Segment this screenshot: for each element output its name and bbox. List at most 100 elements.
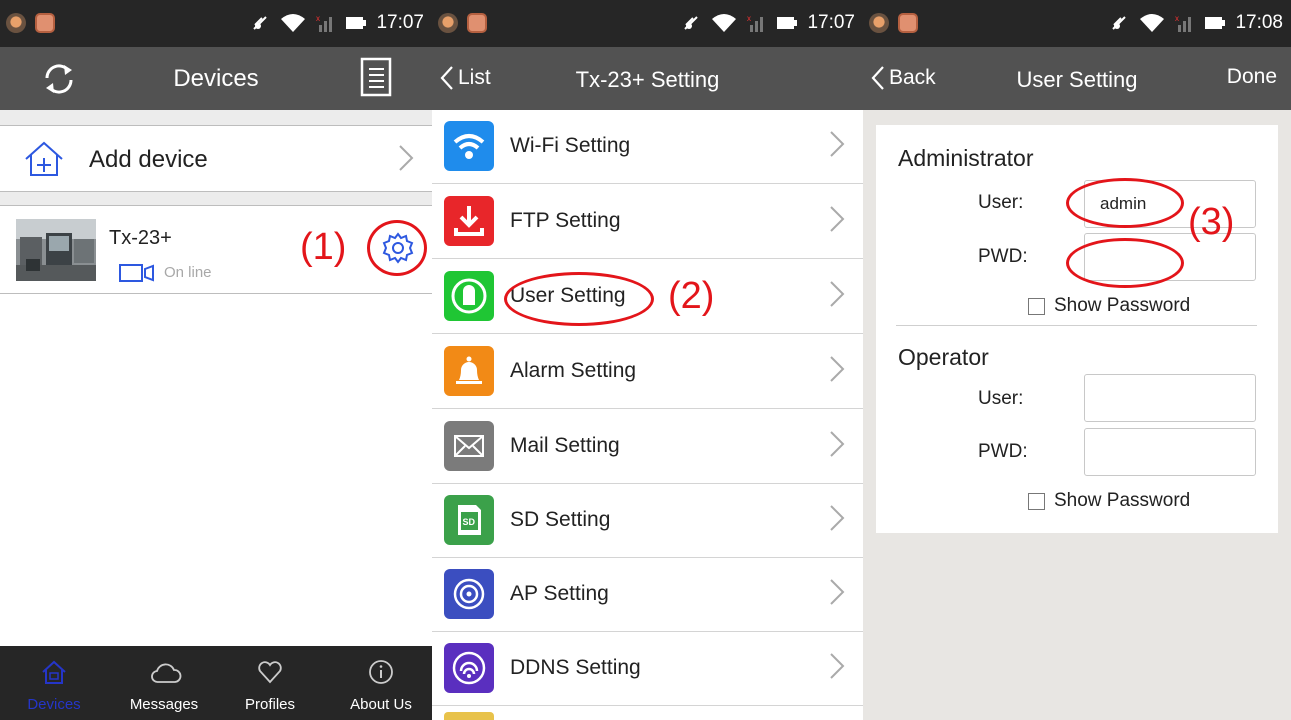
chevron-right-icon [830,356,845,382]
mute-icon [253,16,268,30]
status-time: 17:07 [376,12,424,33]
app-notification-icon [6,13,26,33]
device-status: On line [164,264,212,281]
tab-about-us[interactable]: About Us [327,646,432,720]
add-device-row[interactable]: Add device [0,126,432,191]
ap-icon [444,569,494,619]
nav-bar: List Tx-23+ Setting [432,47,863,110]
section-heading-operator: Operator [898,344,989,370]
chevron-right-icon [830,579,845,605]
annotation-label: (1) [300,226,347,268]
chevron-right-icon [830,505,845,531]
highlight-circle [504,272,654,326]
user-icon [444,271,494,321]
setting-item-sd[interactable]: SD SD Setting [432,484,863,558]
app-notification-icon [869,13,889,33]
chevron-right-icon [399,145,414,171]
home-icon [42,660,66,684]
admin-pwd-label: PWD: [978,246,1028,267]
tab-profiles[interactable]: Profiles [216,646,324,720]
done-button[interactable]: Done [1227,65,1277,89]
device-row[interactable]: Tx-23+ On line (1) [0,206,432,293]
cloud-icon [151,663,182,683]
status-bar: x 17:07 [0,0,432,47]
chevron-left-icon [871,66,884,90]
svg-text:SD: SD [463,517,476,527]
add-device-label: Add device [89,146,208,173]
partial-setting-icon [444,712,494,720]
download-icon [444,196,494,246]
chevron-right-icon [830,653,845,679]
mute-icon [684,16,699,30]
video-camera-icon [119,264,154,282]
show-password-checkbox[interactable] [1028,297,1045,315]
admin-show-password[interactable]: Show Password [1028,295,1190,317]
mail-icon [444,421,494,471]
status-time: 17:08 [1235,12,1283,33]
wifi-icon [444,121,494,171]
page-title: Tx-23+ Setting [575,67,720,92]
app-notification-icon [35,13,55,33]
highlight-circle [1066,178,1184,228]
show-password-checkbox[interactable] [1028,492,1045,510]
chevron-right-icon [830,431,845,457]
battery-icon [346,17,367,29]
signal-icon: x [1175,14,1192,32]
chevron-right-icon [830,281,845,307]
battery-icon [777,17,798,29]
svg-text:x: x [316,14,320,23]
operator-show-password[interactable]: Show Password [1028,490,1190,512]
svg-text:x: x [1175,14,1179,23]
setting-item-mail[interactable]: Mail Setting [432,410,863,484]
tab-messages[interactable]: Messages [110,646,218,720]
wifi-status-icon [281,14,306,32]
setting-item-alarm[interactable]: Alarm Setting [432,335,863,409]
chevron-right-icon [830,206,845,232]
bell-icon [444,346,494,396]
operator-pwd-input[interactable] [1084,428,1256,476]
devices-screen: x 17:07 Devices Add device Tx-23+ On lin… [0,0,432,720]
svg-text:x: x [747,14,751,23]
setting-item-wifi[interactable]: Wi-Fi Setting [432,110,863,184]
operator-user-label: User: [978,388,1024,409]
status-bar: x 17:08 [863,0,1291,47]
user-setting-screen: x 17:08 Back User Setting Done Administr… [863,0,1291,720]
nav-bar: Devices [0,47,432,110]
highlight-circle [1066,238,1184,288]
signal-icon: x [747,14,764,32]
wifi-status-icon [712,14,737,32]
section-heading-administrator: Administrator [898,145,1034,171]
annotation-label: (2) [668,275,715,317]
app-notification-icon [898,13,918,33]
list-icon[interactable] [360,57,392,97]
tab-bar: Devices Messages Profiles About Us [0,646,432,720]
battery-icon [1205,17,1226,29]
status-time: 17:07 [807,12,855,33]
chevron-right-icon [830,131,845,157]
ddns-icon [444,643,494,693]
admin-user-label: User: [978,192,1024,213]
add-home-icon [25,141,63,176]
page-title: User Setting [1016,67,1138,92]
tab-devices[interactable]: Devices [0,646,108,720]
app-notification-icon [467,13,487,33]
device-name: Tx-23+ [109,227,172,249]
signal-icon: x [316,14,333,32]
nav-bar: Back User Setting Done [863,47,1291,110]
heart-icon [258,661,282,684]
camera-thumbnail [16,219,96,281]
operator-pwd-label: PWD: [978,441,1028,462]
wifi-status-icon [1140,14,1165,32]
device-settings-screen: x 17:07 List Tx-23+ Setting Wi-Fi Settin… [432,0,863,720]
setting-item-ddns[interactable]: DDNS Setting [432,632,863,706]
divider [896,325,1257,326]
setting-item-ftp[interactable]: FTP Setting [432,185,863,259]
info-icon [369,660,393,684]
highlight-circle [367,220,427,276]
operator-user-input[interactable] [1084,374,1256,422]
annotation-label: (3) [1188,201,1235,243]
section-gap [0,110,432,126]
mute-icon [1112,16,1127,30]
setting-item-ap[interactable]: AP Setting [432,558,863,632]
section-gap [0,192,432,206]
